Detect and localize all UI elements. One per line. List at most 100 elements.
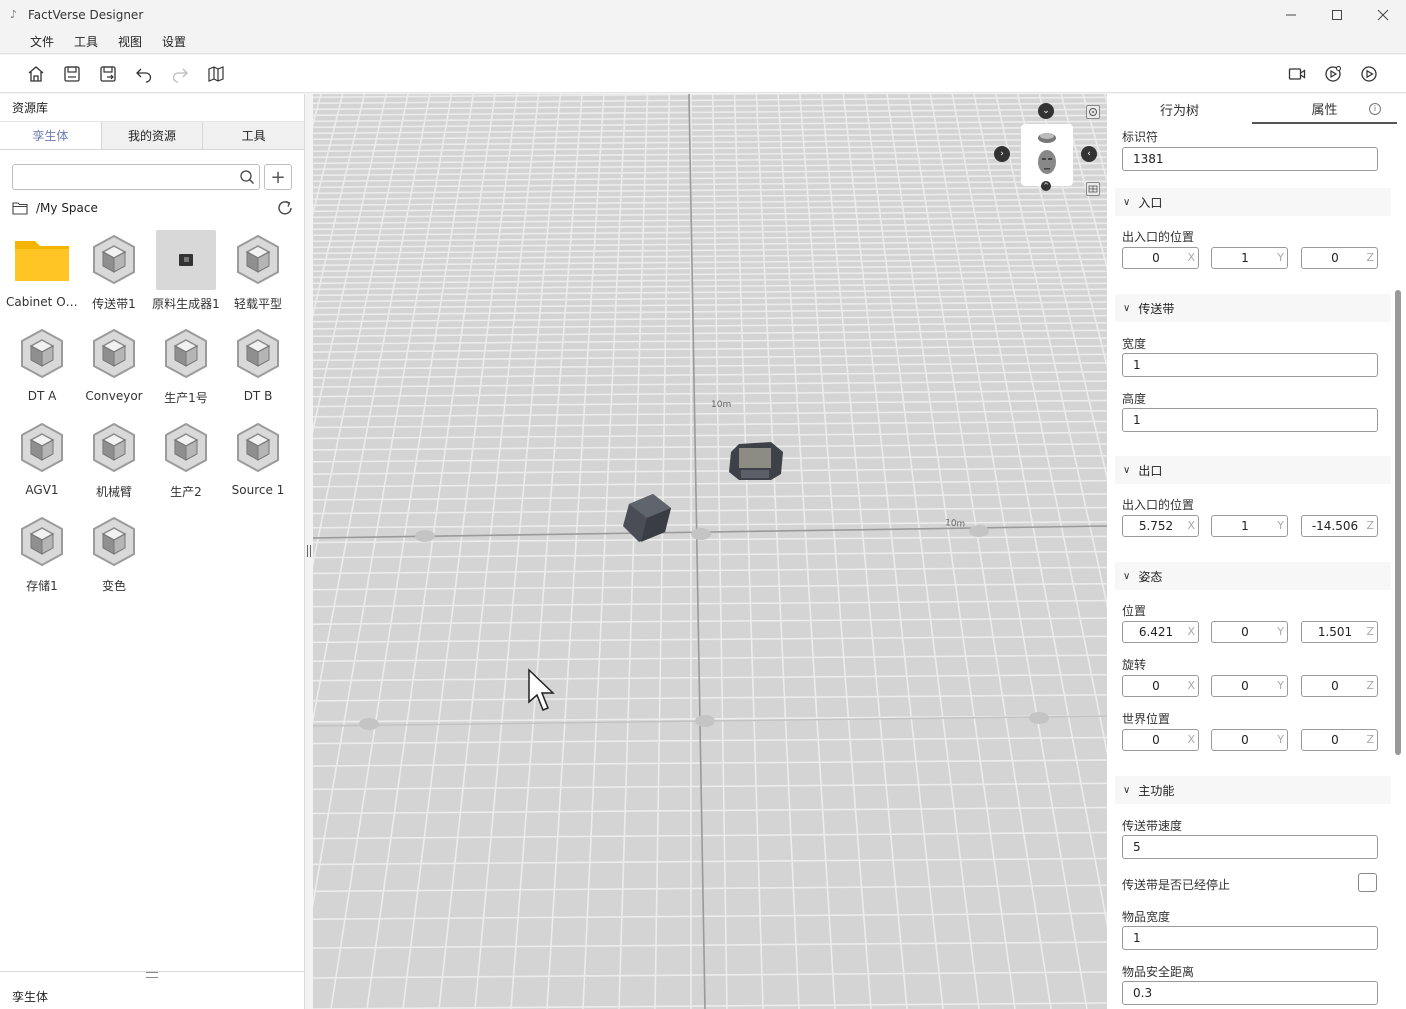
search-box <box>12 164 260 190</box>
exit-x-field[interactable]: 5.752 X <box>1122 515 1199 537</box>
resize-grip-icon[interactable] <box>146 972 158 978</box>
add-resource-button[interactable]: + <box>264 164 292 190</box>
search-input[interactable] <box>13 165 233 189</box>
view-cube[interactable] <box>1021 124 1073 186</box>
menu-settings[interactable]: 设置 <box>162 33 186 50</box>
view-up-button[interactable]: ^ <box>1041 181 1051 191</box>
entrance-z-field[interactable]: 0Z <box>1301 247 1378 269</box>
speed-field[interactable]: 5 <box>1122 835 1378 859</box>
home-button[interactable] <box>26 64 46 84</box>
view-down-button[interactable]: ⌄ <box>1038 103 1054 119</box>
asset-item[interactable]: Cabinet Op… <box>6 230 78 324</box>
menu-file[interactable]: 文件 <box>30 33 54 50</box>
close-button[interactable] <box>1360 0 1406 30</box>
tab-tools[interactable]: 工具 <box>203 122 305 149</box>
tab-my-resources[interactable]: 我的资源 <box>101 122 204 149</box>
world-x-field[interactable]: 0X <box>1122 729 1199 751</box>
redo-button[interactable] <box>170 64 190 84</box>
item-width-field[interactable]: 1 <box>1122 926 1378 950</box>
camera-button[interactable] <box>1287 64 1307 84</box>
save-as-button[interactable] <box>98 64 118 84</box>
asset-item[interactable]: 变色 <box>78 512 150 606</box>
asset-item[interactable]: AGV1 <box>6 418 78 512</box>
asset-item[interactable]: 生产2 <box>150 418 222 512</box>
asset-label: DT B <box>243 389 273 403</box>
asset-item[interactable]: 存储1 <box>6 512 78 606</box>
asset-label: 存储1 <box>26 579 58 593</box>
speed-label: 传送带速度 <box>1122 819 1183 833</box>
section-main-function[interactable]: ∨ 主功能 <box>1115 776 1391 804</box>
save-button[interactable] <box>62 64 82 84</box>
asset-item[interactable]: Source 1 <box>222 418 294 512</box>
grid-toggle-button[interactable] <box>1086 182 1100 196</box>
asset-thumbnail <box>12 324 72 384</box>
home-icon <box>28 66 44 82</box>
focus-target-button[interactable] <box>1086 105 1100 119</box>
asset-item[interactable]: DT A <box>6 324 78 418</box>
maximize-button[interactable] <box>1314 0 1360 30</box>
3d-viewport[interactable]: 10m 10m ⌄ › ‹ ^ <box>313 94 1107 1009</box>
tab-behavior-tree[interactable]: 行为树 <box>1107 94 1252 124</box>
refresh-icon[interactable] <box>276 199 294 217</box>
run-settings-button[interactable] <box>1323 64 1343 84</box>
conveyor-object[interactable] <box>619 490 677 548</box>
menu-tools[interactable]: 工具 <box>74 33 98 50</box>
folder-icon <box>15 241 69 281</box>
axis-z-label: Z <box>1366 679 1374 692</box>
section-exit[interactable]: ∨ 出口 <box>1115 456 1391 484</box>
menu-view[interactable]: 视图 <box>118 33 142 50</box>
asset-item[interactable]: Conveyor <box>78 324 150 418</box>
section-pose[interactable]: ∨ 姿态 <box>1115 562 1391 590</box>
entrance-y-field[interactable]: 1Y <box>1211 247 1288 269</box>
safe-distance-field[interactable]: 0.3 <box>1122 981 1378 1005</box>
map-icon <box>208 66 224 82</box>
exit-z-field[interactable]: -14.506 Z <box>1301 515 1378 537</box>
splitter-handle[interactable] <box>307 545 311 557</box>
section-conveyor[interactable]: ∨ 传送带 <box>1115 294 1391 322</box>
tab-properties[interactable]: 属性 i <box>1252 94 1397 124</box>
position-x-field[interactable]: 6.421 X <box>1122 621 1199 643</box>
right-tabs: 行为树 属性 i <box>1107 94 1397 124</box>
section-title: 姿态 <box>1138 569 1163 584</box>
asset-item[interactable]: 机械臂 <box>78 418 150 512</box>
view-right-button[interactable]: › <box>994 146 1010 162</box>
rotation-z-field[interactable]: 0Z <box>1301 675 1378 697</box>
position-y-field[interactable]: 0Y <box>1211 621 1288 643</box>
asset-item[interactable]: 轻载平型 <box>222 230 294 324</box>
asset-thumbnail <box>228 230 288 290</box>
asset-item[interactable]: 原料生成器1 <box>150 230 222 324</box>
search-icon[interactable] <box>239 169 255 185</box>
asset-item[interactable]: 生产1号 <box>150 324 222 418</box>
map-button[interactable] <box>206 64 226 84</box>
stopped-checkbox[interactable] <box>1358 873 1377 892</box>
position-z-field[interactable]: 1.501 Z <box>1301 621 1378 643</box>
asset-item[interactable]: 传送带1 <box>78 230 150 324</box>
generator-object[interactable] <box>727 440 785 484</box>
world-z-field[interactable]: 0Z <box>1301 729 1378 751</box>
exit-y-field[interactable]: 1Y <box>1211 515 1288 537</box>
cube-icon <box>237 422 279 473</box>
asset-item[interactable]: DT B <box>222 324 294 418</box>
world-y-field[interactable]: 0Y <box>1211 729 1288 751</box>
value: 1 <box>1241 519 1249 533</box>
info-icon[interactable]: i <box>1369 103 1381 115</box>
grid-marker <box>359 718 379 730</box>
section-entrance[interactable]: ∨ 入口 <box>1115 188 1391 216</box>
scrollbar[interactable] <box>1395 290 1401 755</box>
height-field[interactable]: 1 <box>1122 408 1378 432</box>
entrance-x-field[interactable]: 0X <box>1122 247 1199 269</box>
view-left-button[interactable]: ‹ <box>1081 146 1097 162</box>
rotation-x-field[interactable]: 0X <box>1122 675 1199 697</box>
axis-z-label: Z <box>1366 519 1374 532</box>
asset-label: 原料生成器1 <box>152 297 220 311</box>
rotation-y-field[interactable]: 0Y <box>1211 675 1288 697</box>
minimize-button[interactable] <box>1268 0 1314 30</box>
asset-label: AGV1 <box>25 483 59 497</box>
undo-button[interactable] <box>134 64 154 84</box>
footer-status: 孪生体 <box>12 990 49 1004</box>
width-field[interactable]: 1 <box>1122 353 1378 377</box>
tab-digital-twins[interactable]: 孪生体 <box>0 122 102 149</box>
identifier-field[interactable]: 1381 <box>1122 147 1378 171</box>
play-button[interactable] <box>1359 64 1379 84</box>
axis-z-label: Z <box>1366 251 1374 264</box>
